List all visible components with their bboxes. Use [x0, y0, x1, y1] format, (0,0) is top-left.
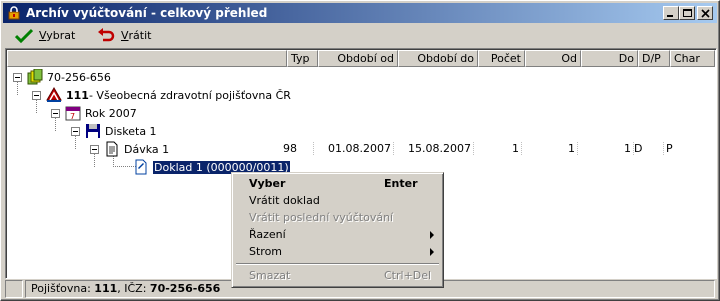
document-icon	[106, 141, 118, 157]
undo-arrow-icon	[98, 27, 115, 41]
checkmark-icon	[15, 28, 33, 43]
cell-divider	[521, 142, 522, 156]
tree-node-label: 70-256-656	[47, 70, 111, 84]
submenu-arrow-icon	[430, 231, 434, 239]
batch-type: 98	[283, 142, 297, 155]
menu-item-sorting[interactable]: Řazení	[235, 226, 440, 243]
cell-divider	[393, 142, 394, 156]
insurer-logo-icon	[46, 87, 62, 102]
insurer-code: 111	[66, 88, 89, 102]
tree-node-label: Disketa 1	[105, 124, 157, 138]
batch-char: P	[666, 142, 673, 155]
documents-stack-icon	[27, 69, 43, 85]
cell-divider	[473, 142, 474, 156]
tree-node-batch[interactable]: Dávka 1	[104, 141, 169, 157]
status-insurer-code: 111	[94, 282, 118, 295]
calendar-icon: 7	[65, 106, 81, 121]
window-title: Archív vyúčtování - celkový přehled	[26, 6, 268, 20]
status-panel-empty	[5, 280, 23, 298]
delete-shortcut: Ctrl+Del	[384, 269, 432, 282]
batch-from: 1	[568, 142, 575, 155]
collapse-toggle-disk[interactable]	[71, 127, 80, 136]
toolbar: Vybrat Vrátit	[3, 24, 717, 47]
collapse-toggle-insurer[interactable]	[32, 91, 41, 100]
column-header-dp[interactable]: D/P	[638, 50, 670, 67]
tree-line	[17, 80, 18, 95]
column-header-period-from[interactable]: Období od	[318, 50, 398, 67]
document-edit-icon	[135, 159, 147, 175]
context-menu: Vyber Enter Vrátit doklad Vrátit posledn…	[231, 172, 444, 288]
return-button[interactable]: Vrátit	[97, 25, 151, 46]
cell-divider	[313, 142, 314, 156]
batch-dp: D	[634, 142, 643, 155]
tree-node-label: Dávka 1	[124, 142, 170, 156]
column-header-type[interactable]: Typ	[287, 50, 318, 67]
title-bar: Archív vyúčtování - celkový přehled	[3, 3, 717, 23]
menu-separator	[236, 263, 439, 265]
menu-item-return-document[interactable]: Vrátit doklad	[235, 192, 440, 209]
collapse-toggle-year[interactable]	[51, 109, 60, 118]
insurer-name: - Všeobecná zdravotní pojišťovna ČR	[88, 88, 291, 102]
tree-line	[75, 134, 76, 149]
tree-node-label: Rok 2007	[85, 106, 137, 120]
return-hotkey: V	[121, 29, 129, 42]
menu-item-delete: Smazat Ctrl+Del	[249, 269, 432, 282]
svg-text:7: 7	[70, 112, 75, 121]
select-shortcut: Enter	[384, 177, 418, 190]
maximize-button[interactable]	[679, 6, 695, 20]
maximize-icon	[683, 9, 692, 17]
column-header-count[interactable]: Počet	[478, 50, 525, 67]
menu-item-select[interactable]: Vyber Enter	[235, 175, 440, 192]
minimize-button[interactable]	[663, 6, 679, 20]
collapse-toggle-batch[interactable]	[90, 145, 99, 154]
tree-line	[36, 98, 37, 113]
return-label: rátit	[128, 29, 152, 42]
batch-period-to: 15.08.2007	[408, 142, 471, 155]
close-button[interactable]	[697, 6, 713, 20]
menu-item-tree[interactable]: Strom	[235, 243, 440, 260]
select-label: ybrat	[46, 29, 76, 42]
cell-divider	[577, 142, 578, 156]
tree-line	[94, 152, 95, 167]
menu-item-return-last: Vrátit poslední vyúčtování	[249, 211, 394, 224]
batch-to: 1	[624, 142, 631, 155]
main-window: Archív vyúčtování - celkový přehled Vybr…	[0, 0, 720, 301]
submenu-arrow-icon	[430, 248, 434, 256]
column-header-to[interactable]: Do	[581, 50, 638, 67]
minimize-icon	[667, 15, 673, 17]
tree-node-insurer[interactable]: 111 - Všeobecná zdravotní pojišťovna ČR	[46, 87, 291, 103]
tree-node-disk[interactable]: Disketa 1	[85, 123, 157, 139]
batch-count: 1	[512, 142, 519, 155]
column-header-period-to[interactable]: Období do	[398, 50, 478, 67]
collapse-toggle-root[interactable]	[13, 73, 22, 82]
cell-divider	[663, 142, 664, 156]
cell-divider	[633, 142, 634, 156]
floppy-disk-icon	[86, 124, 100, 138]
tree-line	[55, 116, 56, 131]
batch-period-from: 01.08.2007	[328, 142, 391, 155]
select-button[interactable]: Vybrat	[15, 25, 75, 46]
column-header-from[interactable]: Od	[525, 50, 581, 67]
tree-node-year[interactable]: 7 Rok 2007	[65, 105, 137, 121]
status-icz: 70-256-656	[149, 282, 221, 295]
lock-icon	[8, 6, 20, 20]
tree-column-header[interactable]	[7, 50, 287, 67]
tree-node-root[interactable]: 70-256-656	[27, 69, 111, 85]
column-header-char[interactable]: Char	[670, 50, 715, 67]
close-icon	[701, 9, 710, 18]
